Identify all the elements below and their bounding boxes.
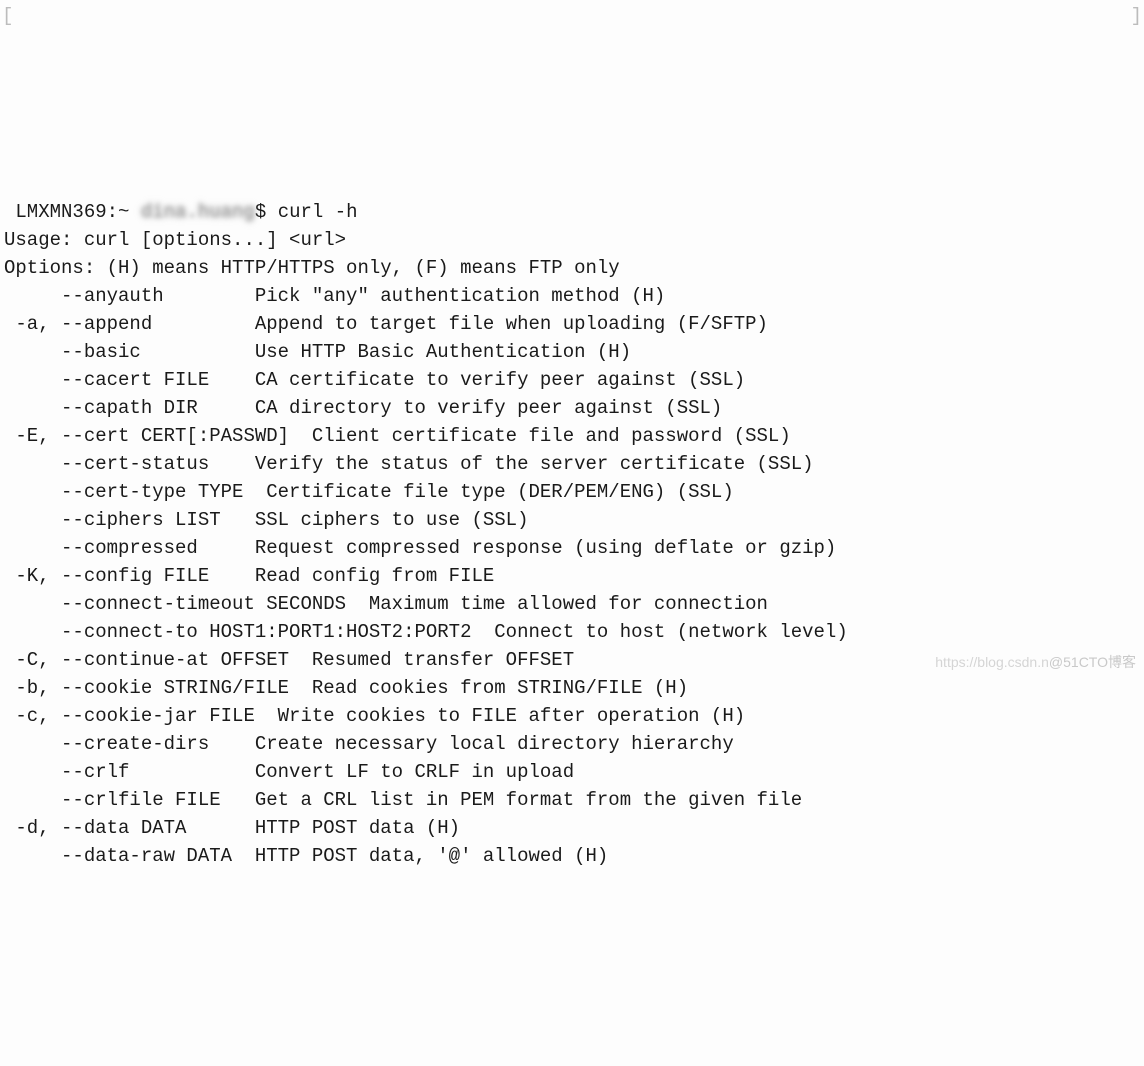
terminal-output[interactable]: LMXMN369:~ dina.huang$ curl -h Usage: cu… (0, 196, 1144, 870)
left-bracket-decoration: [ (2, 2, 13, 30)
host: LMXMN369 (15, 201, 106, 223)
prompt-line: LMXMN369:~ dina.huang$ curl -h (4, 201, 358, 223)
option-list: --anyauth Pick "any" authentication meth… (4, 285, 848, 867)
prompt-suffix: $ (255, 201, 266, 223)
usage-line: Usage: curl [options...] <url> (4, 229, 346, 251)
path: ~ (118, 201, 129, 223)
options-header: Options: (H) means HTTP/HTTPS only, (F) … (4, 257, 620, 279)
command: curl -h (278, 201, 358, 223)
right-bracket-decoration: ] (1131, 2, 1142, 30)
censored-user: dina.huang (141, 201, 255, 223)
